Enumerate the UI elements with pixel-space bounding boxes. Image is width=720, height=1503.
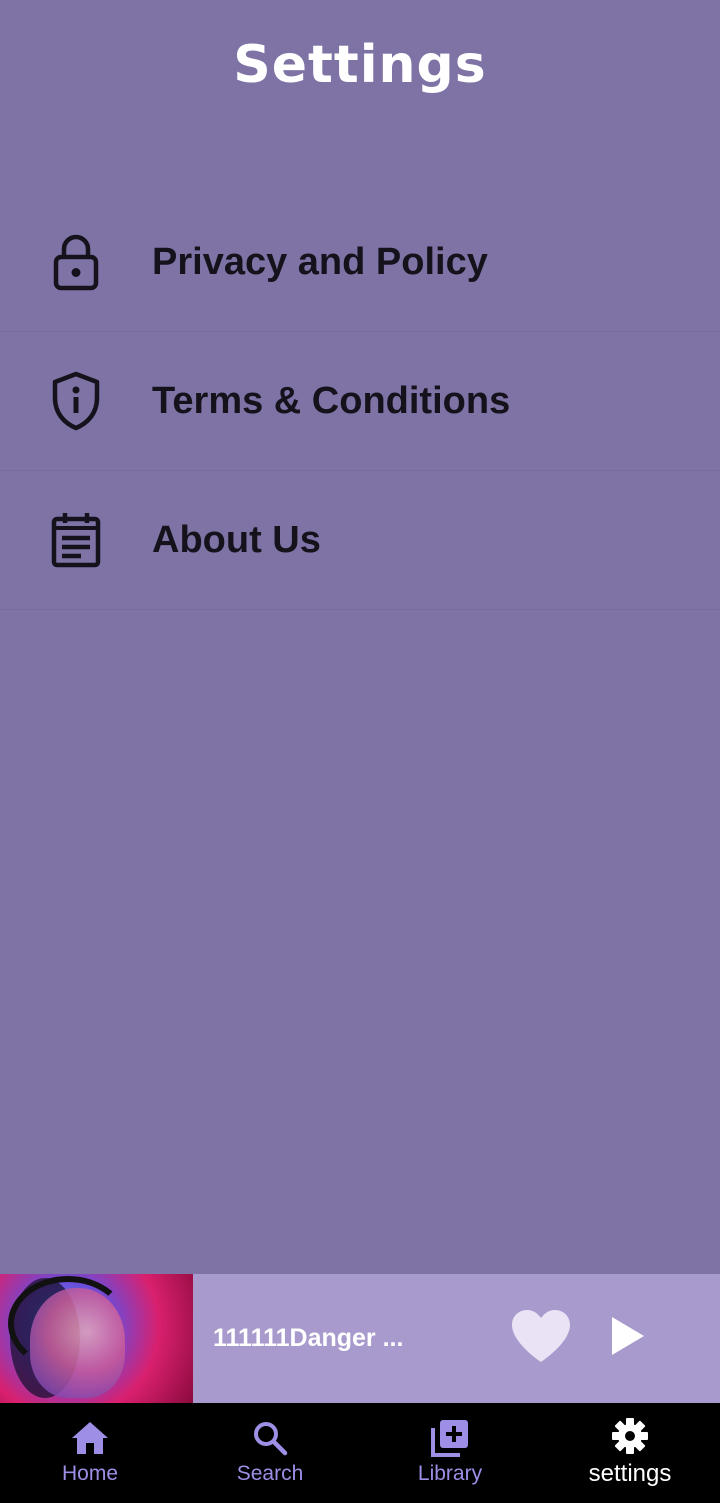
mini-player[interactable]: 111111Danger ... xyxy=(0,1274,720,1403)
menu-item-terms-conditions[interactable]: Terms & Conditions xyxy=(0,332,720,471)
menu-item-about-us[interactable]: About Us xyxy=(0,471,720,610)
tab-library[interactable]: Library xyxy=(360,1403,540,1503)
tab-label: Home xyxy=(61,1462,119,1485)
album-art[interactable] xyxy=(0,1274,193,1403)
tab-label: Library xyxy=(417,1462,483,1485)
tab-label: settings xyxy=(588,1460,672,1487)
search-icon xyxy=(252,1418,288,1458)
bottom-nav: Home Search Library settings xyxy=(0,1403,720,1503)
track-title: 111111Danger ... xyxy=(213,1324,404,1352)
settings-menu: Privacy and Policy Terms & Conditions Ab… xyxy=(0,193,720,610)
menu-item-privacy-policy[interactable]: Privacy and Policy xyxy=(0,193,720,332)
library-add-icon xyxy=(430,1418,470,1458)
notes-icon xyxy=(50,510,102,570)
play-icon xyxy=(610,1315,646,1362)
heart-icon xyxy=(510,1308,572,1369)
menu-item-label: Terms & Conditions xyxy=(152,379,511,422)
tab-home[interactable]: Home xyxy=(0,1403,180,1503)
play-button[interactable] xyxy=(603,1309,653,1369)
tab-settings[interactable]: settings xyxy=(540,1403,720,1503)
shield-info-icon xyxy=(50,371,102,431)
menu-item-label: About Us xyxy=(152,518,321,561)
page-title: Settings xyxy=(233,35,487,95)
like-button[interactable] xyxy=(509,1309,573,1369)
menu-item-label: Privacy and Policy xyxy=(152,240,488,283)
tab-search[interactable]: Search xyxy=(180,1403,360,1503)
header: Settings xyxy=(0,0,720,140)
gear-icon xyxy=(611,1416,649,1456)
home-icon xyxy=(70,1418,110,1458)
tab-label: Search xyxy=(236,1462,304,1485)
lock-icon xyxy=(50,232,102,292)
